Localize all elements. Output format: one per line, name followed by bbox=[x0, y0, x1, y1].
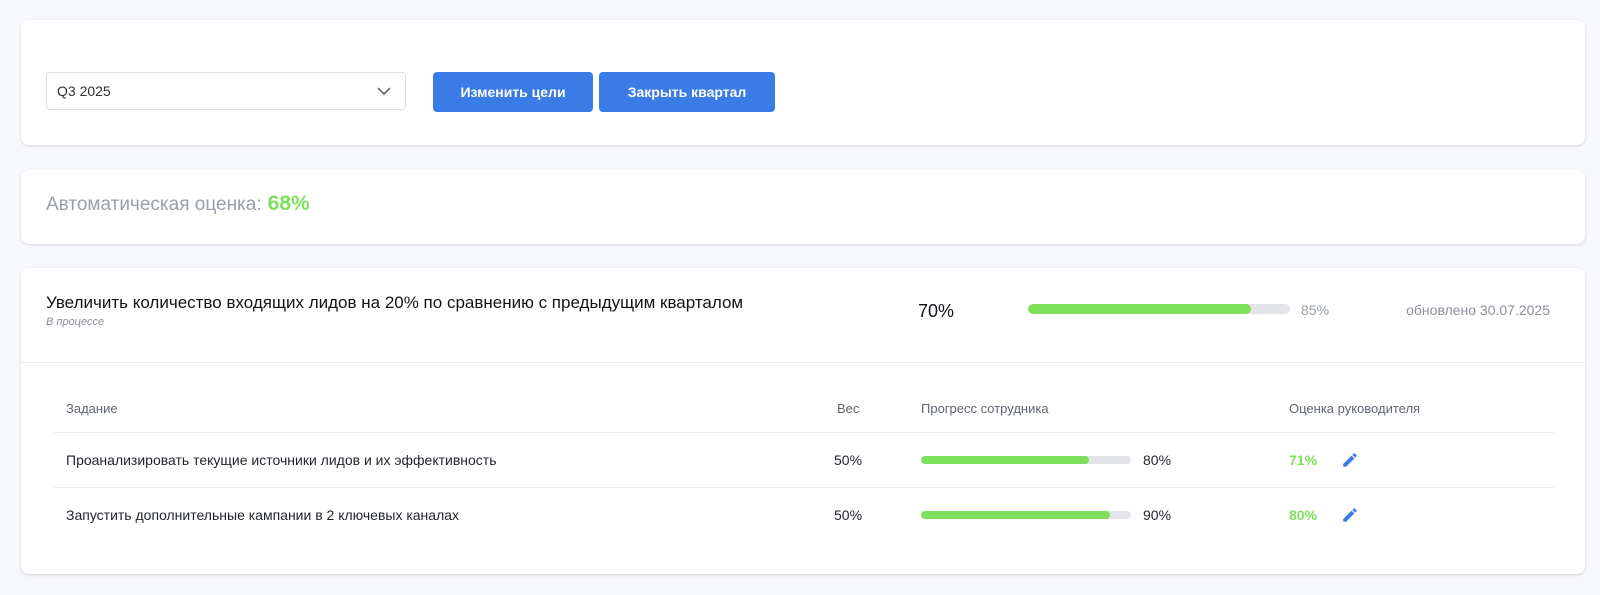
task-name: Проанализировать текущие источники лидов… bbox=[66, 452, 497, 468]
goal-percent: 70% bbox=[918, 301, 955, 321]
column-task: Задание bbox=[66, 401, 118, 416]
task-name: Запустить дополнительные кампании в 2 кл… bbox=[66, 507, 460, 523]
task-progress-bar bbox=[921, 456, 1131, 464]
goal-card: Увеличить количество входящих лидов на 2… bbox=[21, 268, 1585, 574]
pencil-icon[interactable] bbox=[1341, 451, 1359, 469]
close-quarter-button[interactable]: Закрыть квартал bbox=[599, 72, 775, 112]
goal-target: 85% bbox=[1301, 302, 1330, 318]
auto-score-label: Автоматическая оценка: bbox=[46, 194, 262, 215]
task-progress-fill bbox=[921, 511, 1110, 519]
goal-status: В процессе bbox=[46, 316, 105, 328]
goal-updated: обновлено 30.07.2025 bbox=[1406, 302, 1550, 318]
task-progress-bar bbox=[921, 511, 1131, 519]
goal-progress-bar bbox=[1028, 304, 1290, 314]
task-review: 71% bbox=[1289, 452, 1318, 468]
quarter-select[interactable]: Q3 2025 bbox=[46, 72, 406, 110]
chevron-down-icon bbox=[377, 87, 391, 95]
task-weight: 50% bbox=[834, 452, 863, 468]
table-row: Проанализировать текущие источники лидов… bbox=[54, 433, 1554, 488]
edit-goals-button[interactable]: Изменить цели bbox=[433, 72, 593, 112]
quarter-select-value: Q3 2025 bbox=[57, 83, 111, 99]
auto-score-value: 68% bbox=[267, 192, 310, 215]
goal-header[interactable]: Увеличить количество входящих лидов на 2… bbox=[21, 268, 1585, 363]
auto-score: Автоматическая оценка: 68% bbox=[46, 192, 310, 216]
goal-title: Увеличить количество входящих лидов на 2… bbox=[46, 293, 744, 312]
tasks-table-header: Задание Вес Прогресс сотрудника Оценка р… bbox=[54, 383, 1554, 433]
column-progress: Прогресс сотрудника bbox=[921, 401, 1049, 416]
toolbar-card: Q3 2025 Изменить цели Закрыть квартал bbox=[21, 20, 1585, 145]
task-weight: 50% bbox=[834, 507, 863, 523]
task-review: 80% bbox=[1289, 507, 1318, 523]
column-review: Оценка руководителя bbox=[1289, 401, 1421, 416]
pencil-icon[interactable] bbox=[1341, 506, 1359, 524]
task-progress-fill bbox=[921, 456, 1089, 464]
task-progress: 90% bbox=[1143, 507, 1172, 523]
task-progress: 80% bbox=[1143, 452, 1172, 468]
tasks-table: Задание Вес Прогресс сотрудника Оценка р… bbox=[54, 383, 1554, 543]
goal-progress-fill bbox=[1028, 304, 1251, 314]
column-weight: Вес bbox=[837, 401, 860, 416]
auto-score-card: Автоматическая оценка: 68% bbox=[21, 170, 1585, 244]
table-row: Запустить дополнительные кампании в 2 кл… bbox=[54, 488, 1554, 543]
